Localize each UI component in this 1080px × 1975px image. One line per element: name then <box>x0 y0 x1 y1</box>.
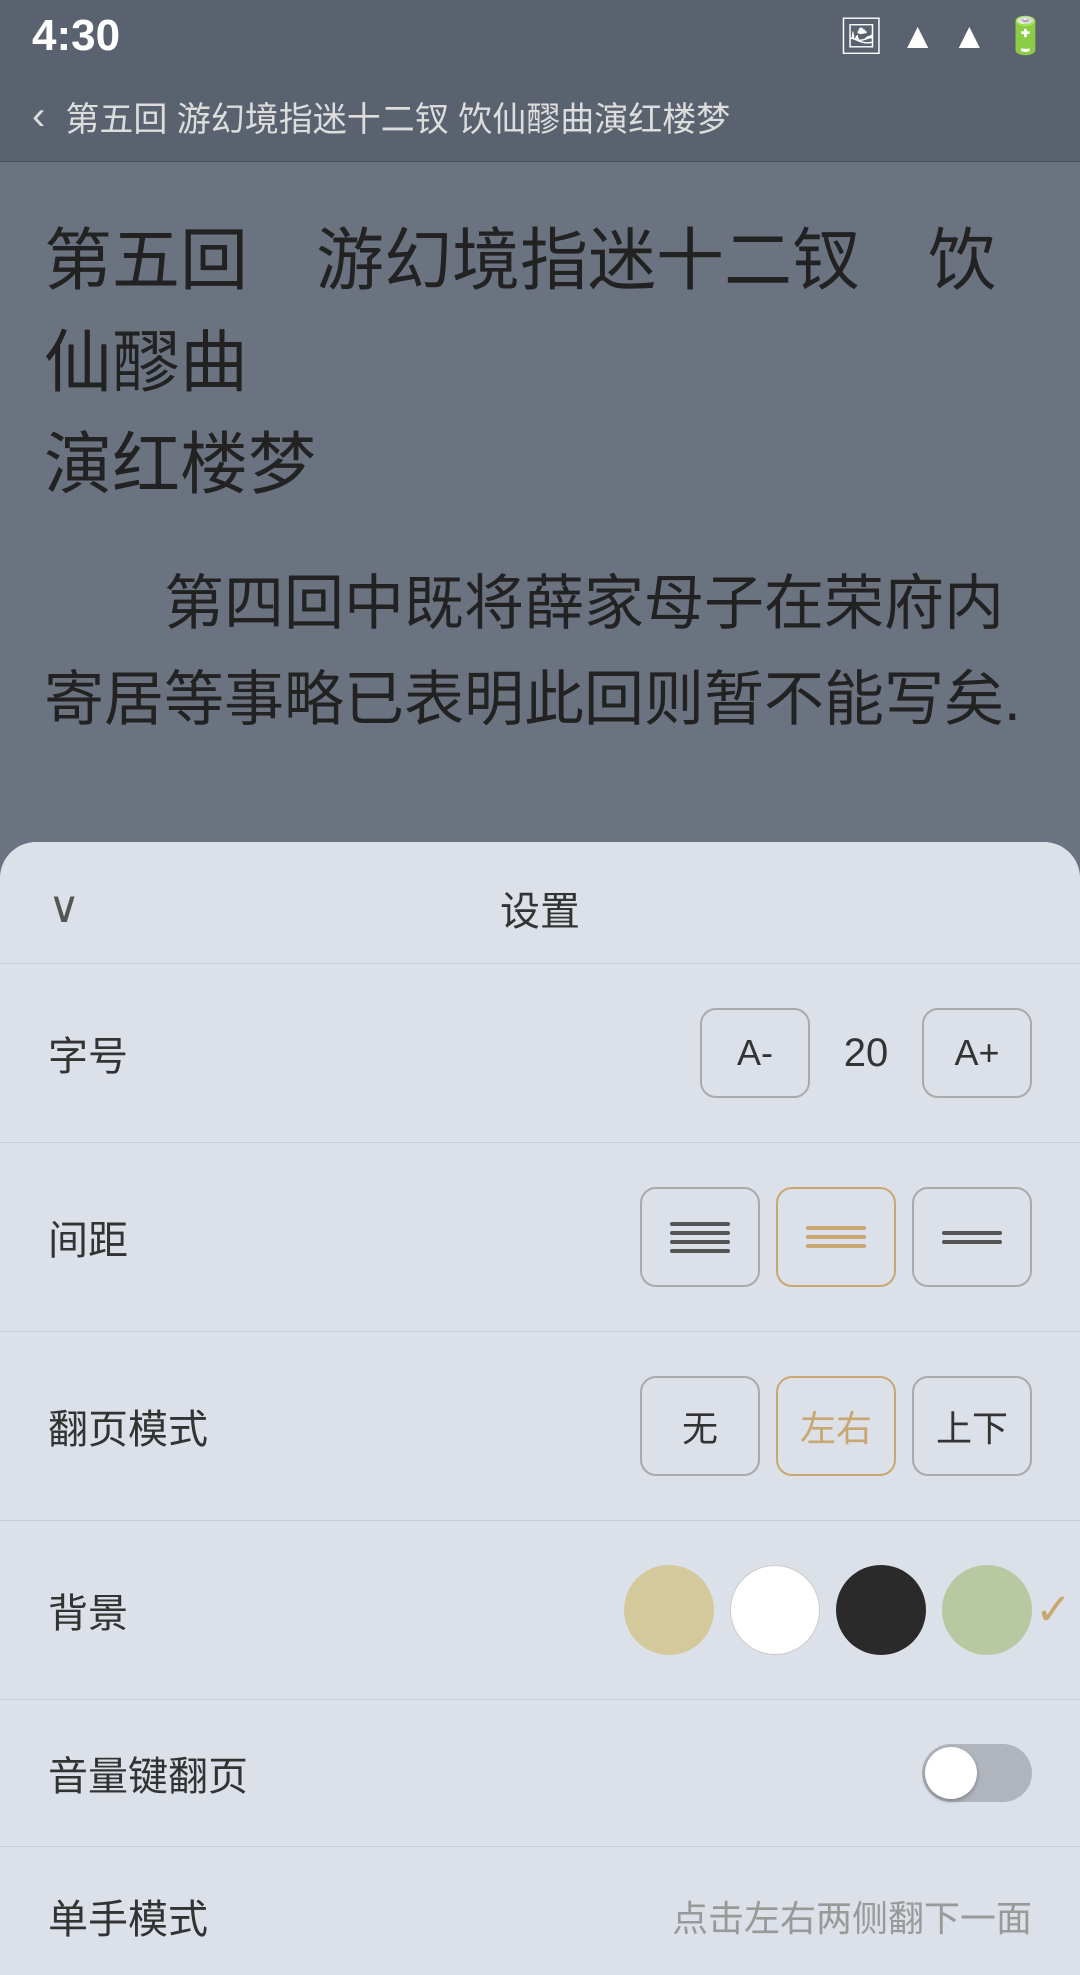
settings-title: 设置 <box>500 879 580 937</box>
settings-header: ∨ 设置 <box>0 842 1080 964</box>
font-size-label: 字号 <box>48 1024 128 1082</box>
signal-icon: ▲ <box>952 15 988 57</box>
spacing-label: 间距 <box>48 1208 128 1266</box>
page-mode-tb-button[interactable]: 上下 <box>912 1376 1032 1476</box>
background-row: 背景 <box>0 1521 1080 1700</box>
settings-close-button[interactable]: ∨ <box>48 882 80 933</box>
nav-bar: ‹ 第五回 游幻境指迷十二钗 饮仙醪曲演红楼梦 <box>0 72 1080 162</box>
nav-title: 第五回 游幻境指迷十二钗 饮仙醪曲演红楼梦 <box>65 92 730 141</box>
reading-area: 第五回 游幻境指迷十二钗 饮仙醪曲 演红楼梦 第四回中既将薛家母子在荣府内寄居等… <box>0 162 1080 842</box>
page-mode-row: 翻页模式 无 左右 上下 <box>0 1332 1080 1521</box>
bg-beige-button[interactable] <box>624 1565 714 1655</box>
status-time: 4:30 <box>32 11 120 61</box>
volume-key-label: 音量键翻页 <box>48 1744 248 1802</box>
font-size-row: 字号 A- 20 A+ <box>0 964 1080 1143</box>
volume-key-row: 音量键翻页 <box>0 1700 1080 1847</box>
page-mode-none-button[interactable]: 无 <box>640 1376 760 1476</box>
font-decrease-button[interactable]: A- <box>700 1008 810 1098</box>
chapter-content: 第四回中既将薛家母子在荣府内寄居等事略已表明此回则暂不能写矣. <box>44 556 1036 748</box>
font-size-value: 20 <box>826 1031 906 1076</box>
image-icon: 🖼 <box>838 15 884 57</box>
spacing-row: 间距 <box>0 1143 1080 1332</box>
volume-key-toggle[interactable] <box>922 1744 1032 1802</box>
bg-black-button[interactable] <box>836 1565 926 1655</box>
bg-green-button[interactable] <box>942 1565 1032 1655</box>
settings-panel: ∨ 设置 字号 A- 20 A+ 间距 <box>0 842 1080 1975</box>
background-label: 背景 <box>48 1581 128 1639</box>
background-controls <box>624 1565 1032 1655</box>
spacing-wide-button[interactable] <box>912 1187 1032 1287</box>
bg-white-button[interactable] <box>730 1565 820 1655</box>
page-mode-lr-button[interactable]: 左右 <box>776 1376 896 1476</box>
font-increase-button[interactable]: A+ <box>922 1008 1032 1098</box>
single-hand-label: 单手模式 <box>48 1887 208 1945</box>
back-button[interactable]: ‹ <box>32 94 45 139</box>
single-hand-hint: 点击左右两侧翻下一面 <box>672 1890 1032 1942</box>
spacing-medium-button[interactable] <box>776 1187 896 1287</box>
single-hand-row: 单手模式 点击左右两侧翻下一面 <box>0 1847 1080 1975</box>
page-mode-label: 翻页模式 <box>48 1397 208 1455</box>
chapter-title: 第五回 游幻境指迷十二钗 饮仙醪曲 演红楼梦 <box>44 210 1036 516</box>
status-icons: 🖼 ▲ ▲ 🔋 <box>838 15 1048 57</box>
spacing-dense-button[interactable] <box>640 1187 760 1287</box>
status-bar: 4:30 🖼 ▲ ▲ 🔋 <box>0 0 1080 72</box>
font-size-controls: A- 20 A+ <box>700 1008 1032 1098</box>
page-mode-controls: 无 左右 上下 <box>640 1376 1032 1476</box>
wifi-icon: ▲ <box>900 15 936 57</box>
spacing-controls <box>640 1187 1032 1287</box>
battery-icon: 🔋 <box>1003 15 1048 57</box>
toggle-knob <box>925 1747 977 1799</box>
